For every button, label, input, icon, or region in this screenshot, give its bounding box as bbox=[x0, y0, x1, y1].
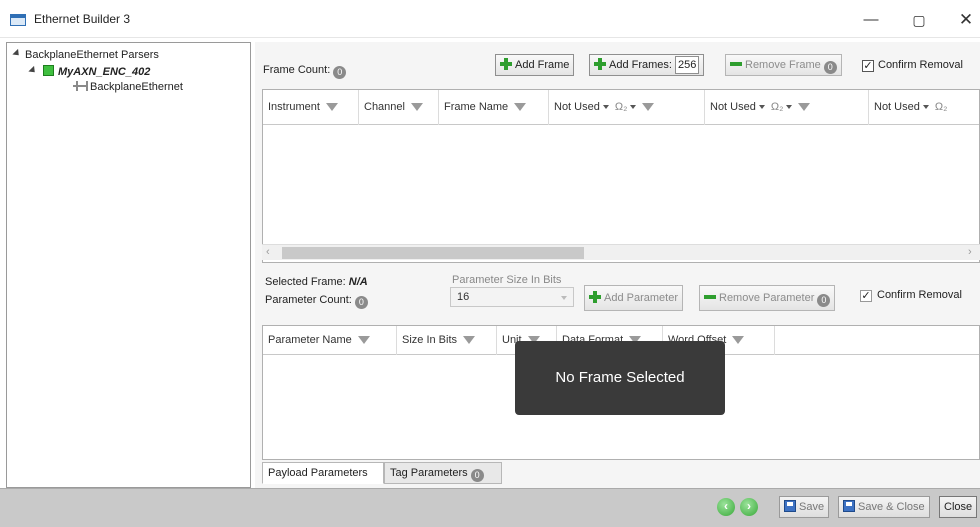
filter-icon[interactable] bbox=[798, 103, 811, 111]
confirm-removal-parameters-label: Confirm Removal bbox=[877, 289, 962, 301]
parser-tree[interactable]: BackplaneEthernet Parsers MyAXN_ENC_402 … bbox=[6, 42, 251, 488]
filter-icon[interactable] bbox=[325, 103, 338, 111]
tree-node-parser[interactable]: MyAXN_ENC_402 bbox=[28, 65, 151, 78]
frames-grid-header: Instrument Channel Frame Name Not Used Ω₂… bbox=[263, 90, 979, 125]
add-frames-count-input[interactable]: 256 bbox=[674, 56, 700, 74]
frame-count-value: 0 bbox=[333, 66, 347, 79]
col-frame-name[interactable]: Frame Name bbox=[439, 90, 549, 125]
chevron-down-icon[interactable] bbox=[630, 105, 637, 109]
col-size-in-bits[interactable]: Size In Bits bbox=[397, 326, 497, 355]
status-green-icon bbox=[43, 65, 54, 76]
tree-node-leaf[interactable]: BackplaneEthernet bbox=[73, 81, 183, 93]
add-parameter-button[interactable]: Add Parameter bbox=[584, 285, 683, 311]
frame-count: Frame Count: 0 bbox=[263, 64, 347, 79]
remove-parameter-count: 0 bbox=[817, 294, 831, 307]
network-icon bbox=[73, 81, 88, 91]
remove-parameter-button[interactable]: Remove Parameter 0 bbox=[699, 285, 836, 311]
save-button[interactable]: Save bbox=[779, 496, 830, 518]
scroll-left-icon[interactable]: ‹ bbox=[266, 246, 270, 258]
window-title: Ethernet Builder 3 bbox=[34, 12, 131, 26]
expand-arrow-icon[interactable] bbox=[28, 65, 38, 76]
parameter-size-label: Parameter Size In Bits bbox=[452, 274, 562, 286]
plus-icon bbox=[589, 291, 601, 303]
tag-count-badge: 0 bbox=[470, 469, 484, 482]
save-and-close-button[interactable]: Save & Close bbox=[838, 496, 930, 518]
col-not-used-2[interactable]: Not Used Ω₂ bbox=[705, 90, 869, 125]
filter-icon[interactable] bbox=[463, 336, 476, 344]
tab-payload-parameters[interactable]: Payload Parameters bbox=[262, 462, 384, 484]
scroll-right-icon[interactable]: › bbox=[968, 246, 972, 258]
tree-node-root-label: BackplaneEthernet Parsers bbox=[25, 49, 159, 61]
footer-bar: ‹ › Save Save & Close Close bbox=[0, 488, 980, 527]
floppy-disk-icon bbox=[784, 500, 796, 512]
expand-arrow-icon[interactable] bbox=[12, 48, 22, 59]
tab-tag-parameters[interactable]: Tag Parameters 0 bbox=[384, 462, 502, 484]
plus-icon bbox=[594, 58, 606, 70]
chevron-down-icon[interactable] bbox=[758, 105, 765, 109]
app-window-icon bbox=[10, 14, 26, 26]
minus-icon bbox=[704, 295, 716, 299]
remove-frame-count: 0 bbox=[823, 61, 837, 74]
title-bar: Ethernet Builder 3 — ▢ ✕ bbox=[0, 0, 980, 38]
confirm-removal-frames-checkbox[interactable]: ✓ bbox=[862, 60, 874, 72]
parameter-count: Parameter Count: 0 bbox=[265, 294, 368, 309]
add-frames-button[interactable]: Add Frames: 256 bbox=[589, 54, 705, 76]
frames-grid[interactable]: Instrument Channel Frame Name Not Used Ω₂… bbox=[262, 89, 980, 263]
filter-icon[interactable] bbox=[357, 336, 370, 344]
frames-horizontal-scrollbar[interactable]: ‹ › bbox=[262, 244, 980, 260]
parameters-section: Selected Frame: N/A Parameter Count: 0 Pa… bbox=[262, 270, 980, 460]
selected-frame-value: N/A bbox=[348, 276, 368, 288]
plus-icon bbox=[500, 58, 512, 70]
maximize-button[interactable]: ▢ bbox=[899, 8, 939, 32]
chevron-down-icon[interactable] bbox=[786, 105, 793, 109]
parameter-size-select[interactable]: 16 bbox=[450, 287, 574, 307]
filter-icon[interactable] bbox=[642, 103, 655, 111]
chevron-down-icon[interactable] bbox=[561, 296, 567, 300]
floppy-disk-icon bbox=[843, 500, 855, 512]
col-channel[interactable]: Channel bbox=[359, 90, 439, 125]
col-not-used-3[interactable]: Not Used Ω₂ bbox=[869, 90, 980, 125]
selected-frame: Selected Frame: N/A bbox=[265, 276, 368, 288]
parameter-count-value: 0 bbox=[354, 296, 368, 309]
add-frame-button[interactable]: Add Frame bbox=[495, 54, 575, 76]
minimize-button[interactable]: — bbox=[851, 8, 891, 32]
tree-node-leaf-label: BackplaneEthernet bbox=[90, 81, 183, 93]
col-instrument[interactable]: Instrument bbox=[263, 90, 359, 125]
tree-node-root[interactable]: BackplaneEthernet Parsers bbox=[12, 48, 159, 61]
col-not-used-1[interactable]: Not Used Ω₂ bbox=[549, 90, 705, 125]
no-frame-selected-overlay: No Frame Selected bbox=[515, 341, 725, 415]
chevron-down-icon[interactable] bbox=[922, 105, 929, 109]
forward-arrow-icon[interactable]: › bbox=[740, 498, 758, 516]
frame-count-label: Frame Count: bbox=[263, 64, 331, 76]
filter-icon[interactable] bbox=[514, 103, 527, 111]
minus-icon bbox=[730, 62, 742, 66]
close-window-button[interactable]: ✕ bbox=[946, 8, 980, 32]
back-arrow-icon[interactable]: ‹ bbox=[717, 498, 735, 516]
filter-icon[interactable] bbox=[732, 336, 745, 344]
chevron-down-icon[interactable] bbox=[602, 105, 609, 109]
frame-editor-panel: Frame Count: 0 Add Frame Add Frames: 256 R… bbox=[255, 42, 980, 488]
scrollbar-thumb[interactable] bbox=[282, 247, 584, 259]
remove-frame-button[interactable]: Remove Frame 0 bbox=[725, 54, 842, 76]
confirm-removal-frames-label: Confirm Removal bbox=[878, 59, 963, 71]
col-parameter-name[interactable]: Parameter Name bbox=[263, 326, 397, 355]
confirm-removal-parameters-checkbox[interactable]: ✓ bbox=[860, 290, 872, 302]
tree-node-parser-label: MyAXN_ENC_402 bbox=[58, 66, 151, 78]
close-button[interactable]: Close bbox=[939, 496, 978, 518]
filter-icon[interactable] bbox=[410, 103, 423, 111]
